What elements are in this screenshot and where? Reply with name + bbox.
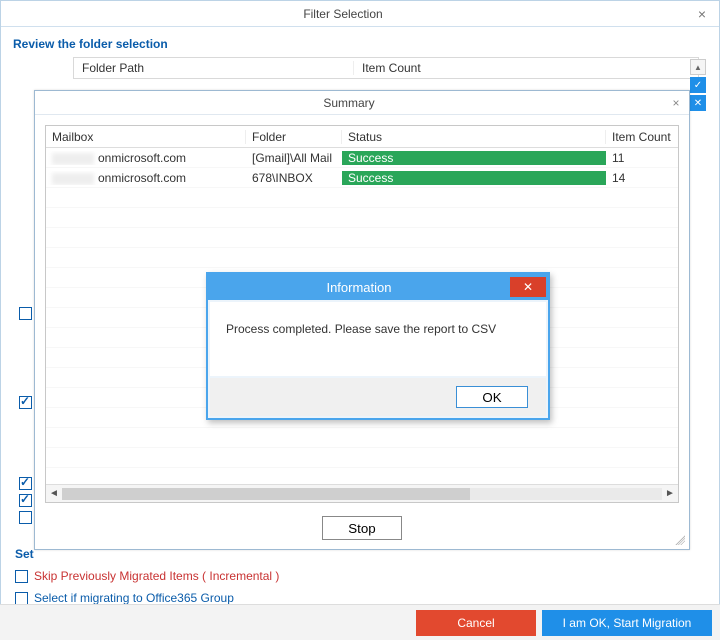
review-label: Review the folder selection [13, 37, 707, 51]
col-folder-path[interactable]: Folder Path [74, 61, 354, 75]
cell-status: Success [342, 171, 606, 185]
scroll-thumb[interactable] [62, 488, 470, 500]
cell-mailbox: onmicrosoft.com [46, 151, 246, 165]
summary-title: Summary [35, 96, 663, 110]
cancel-button[interactable]: Cancel [416, 610, 536, 636]
summary-close-icon[interactable]: × [663, 96, 689, 110]
info-body: Process completed. Please save the repor… [210, 302, 546, 376]
row-checkbox-5[interactable] [19, 511, 32, 524]
col-count[interactable]: Item Count [606, 130, 678, 144]
scroll-up-icon[interactable]: ▲ [690, 59, 706, 75]
opt-skip-label: Skip Previously Migrated Items ( Increme… [34, 569, 279, 583]
row-checkbox-4[interactable] [19, 494, 32, 507]
close-icon[interactable]: × [685, 6, 719, 22]
summary-titlebar: Summary × [35, 91, 689, 115]
cell-folder: 678\INBOX [246, 171, 342, 185]
col-folder[interactable]: Folder [246, 130, 342, 144]
info-titlebar: Information ✕ [208, 274, 548, 300]
check-all-button[interactable]: ✓ [690, 77, 706, 93]
cell-count: 11 [606, 151, 678, 165]
resize-grip-icon[interactable] [673, 533, 685, 545]
info-footer: OK [210, 378, 546, 416]
info-close-icon[interactable]: ✕ [510, 277, 546, 297]
information-dialog: Information ✕ Process completed. Please … [206, 272, 550, 420]
scroll-right-icon[interactable]: ► [662, 488, 678, 499]
left-checkboxes [19, 307, 32, 524]
opt-skip-checkbox[interactable] [15, 570, 28, 583]
row-checkbox-1[interactable] [19, 307, 32, 320]
ok-button[interactable]: OK [456, 386, 528, 408]
cell-count: 14 [606, 171, 678, 185]
stop-button[interactable]: Stop [322, 516, 402, 540]
info-message: Process completed. Please save the repor… [226, 322, 496, 336]
folder-header: Folder Path Item Count [73, 57, 699, 79]
col-item-count[interactable]: Item Count [354, 61, 698, 75]
table-row[interactable]: onmicrosoft.com 678\INBOX Success 14 [46, 168, 678, 188]
redacted-text [52, 153, 94, 165]
window-title: Filter Selection [1, 7, 685, 21]
horizontal-scrollbar[interactable]: ◄ ► [46, 484, 678, 502]
grid-header: Mailbox Folder Status Item Count [46, 126, 678, 148]
col-mailbox[interactable]: Mailbox [46, 130, 246, 144]
cell-folder: [Gmail]\All Mail [246, 151, 342, 165]
table-row[interactable]: onmicrosoft.com [Gmail]\All Mail Success… [46, 148, 678, 168]
start-migration-button[interactable]: I am OK, Start Migration [542, 610, 712, 636]
opt-o365-label: Select if migrating to Office365 Group [34, 591, 234, 605]
row-checkbox-2[interactable] [19, 396, 32, 409]
row-checkbox-3[interactable] [19, 477, 32, 490]
cell-status: Success [342, 151, 606, 165]
opt-o365-checkbox[interactable] [15, 592, 28, 605]
uncheck-all-button[interactable]: ✕ [690, 95, 706, 111]
info-title: Information [208, 280, 510, 295]
redacted-text [52, 173, 94, 185]
scroll-left-icon[interactable]: ◄ [46, 488, 62, 499]
side-icons: ▲ ✓ ✕ [690, 59, 706, 111]
set-label: Set [15, 547, 34, 561]
scroll-track[interactable] [62, 488, 662, 500]
opt-o365-row: Select if migrating to Office365 Group [15, 591, 234, 605]
summary-footer: Stop [35, 507, 689, 549]
titlebar: Filter Selection × [1, 1, 719, 27]
footer: Cancel I am OK, Start Migration [0, 604, 720, 640]
opt-skip-row: Skip Previously Migrated Items ( Increme… [15, 569, 279, 583]
col-status[interactable]: Status [342, 130, 606, 144]
cell-mailbox: onmicrosoft.com [46, 171, 246, 185]
